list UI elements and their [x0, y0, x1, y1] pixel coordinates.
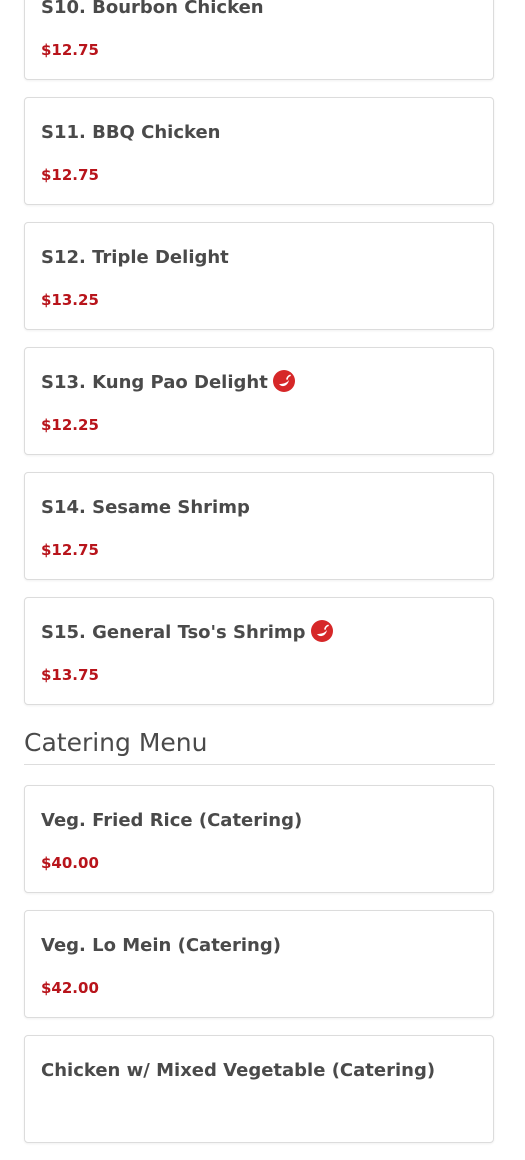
item-price: $12.75	[41, 41, 99, 59]
item-price: $12.25	[41, 416, 99, 434]
menu-item-card[interactable]: Chicken w/ Mixed Vegetable (Catering)	[24, 1035, 494, 1143]
item-price: $12.75	[41, 166, 99, 184]
section-title: Catering Menu	[24, 722, 495, 765]
menu-page: S10. Bourbon Chicken $12.75 S11. BBQ Chi…	[0, 0, 525, 1160]
item-name: Chicken w/ Mixed Vegetable (Catering)	[41, 1060, 436, 1081]
item-name: S10. Bourbon Chicken	[41, 0, 264, 18]
item-price: $13.75	[41, 666, 99, 684]
item-price: $42.00	[41, 979, 99, 997]
menu-item-card[interactable]: S14. Sesame Shrimp $12.75	[24, 472, 494, 580]
item-name: S11. BBQ Chicken	[41, 122, 221, 143]
item-price: $12.75	[41, 541, 99, 559]
item-name: S13. Kung Pao Delight	[41, 369, 296, 393]
menu-item-card[interactable]: Veg. Fried Rice (Catering) $40.00	[24, 785, 494, 893]
chili-pepper-icon	[310, 619, 334, 643]
menu-item-card[interactable]: S11. BBQ Chicken $12.75	[24, 97, 494, 205]
item-name: Veg. Lo Mein (Catering)	[41, 935, 281, 956]
item-price: $40.00	[41, 854, 99, 872]
item-name: Veg. Fried Rice (Catering)	[41, 810, 303, 831]
item-name: S12. Triple Delight	[41, 247, 229, 268]
menu-item-card[interactable]: S10. Bourbon Chicken $12.75	[24, 0, 494, 80]
item-price: $13.25	[41, 291, 99, 309]
menu-item-card[interactable]: S12. Triple Delight $13.25	[24, 222, 494, 330]
chili-pepper-icon	[272, 369, 296, 393]
menu-item-card[interactable]: S15. General Tso's Shrimp $13.75	[24, 597, 494, 705]
item-name: S15. General Tso's Shrimp	[41, 619, 334, 643]
menu-item-card[interactable]: S13. Kung Pao Delight $12.25	[24, 347, 494, 455]
item-name: S14. Sesame Shrimp	[41, 497, 250, 518]
menu-item-card[interactable]: Veg. Lo Mein (Catering) $42.00	[24, 910, 494, 1018]
